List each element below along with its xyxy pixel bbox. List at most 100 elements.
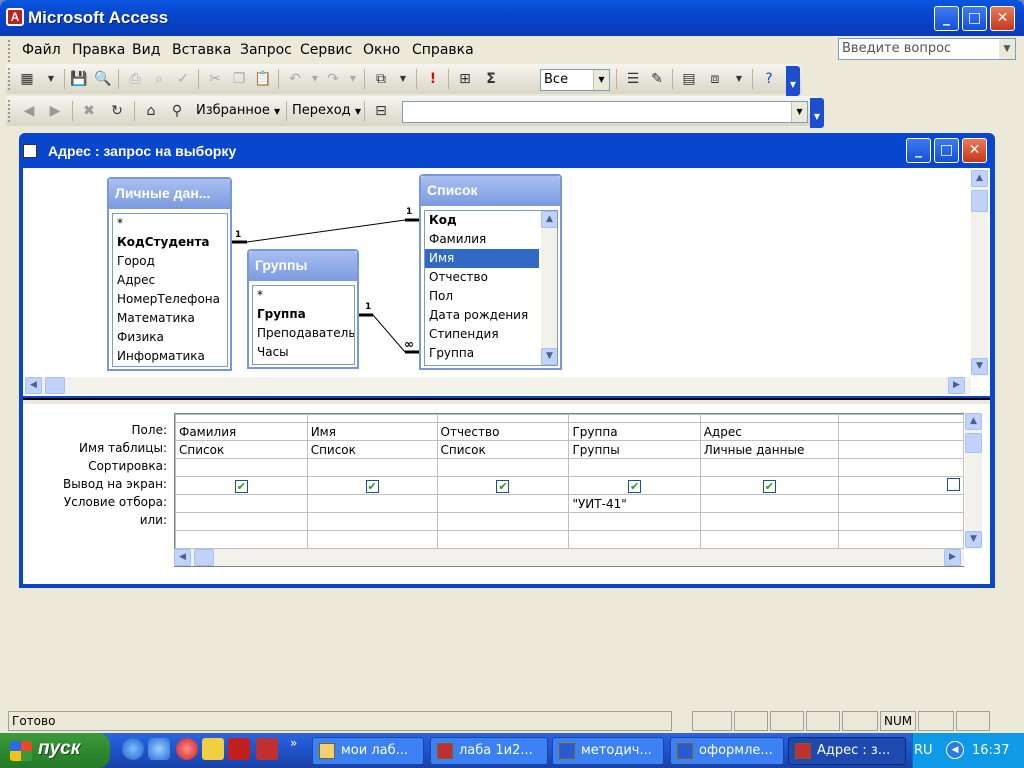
quicklaunch-more-icon[interactable]: » xyxy=(290,736,297,750)
task-button[interactable]: методич... xyxy=(552,737,664,765)
grid-cell-field[interactable] xyxy=(838,422,964,441)
field-list-groups[interactable]: Группы * Группа Преподаватель Часы xyxy=(247,249,359,369)
media-player-icon[interactable] xyxy=(122,738,144,760)
column-selector[interactable] xyxy=(568,414,701,423)
task-button[interactable]: мои лаб... xyxy=(312,737,424,765)
column-selector[interactable] xyxy=(306,414,438,423)
field-item[interactable]: КодСтудента xyxy=(113,233,227,252)
scroll-thumb[interactable] xyxy=(965,433,982,453)
scroll-down-icon[interactable]: ▼ xyxy=(965,531,982,548)
grid-cell-criteria[interactable]: "УИТ-41" xyxy=(568,494,701,513)
field-item[interactable]: Группа xyxy=(253,305,354,324)
acrobat-icon[interactable] xyxy=(228,738,250,760)
show-checkbox[interactable]: ✔ xyxy=(762,479,776,493)
field-list-title[interactable]: Список xyxy=(421,176,560,206)
column-selector[interactable] xyxy=(838,414,964,423)
grid-cell[interactable] xyxy=(306,530,438,549)
grid-vscroll[interactable]: ▲ ▼ xyxy=(965,413,982,549)
lightning-icon[interactable] xyxy=(202,738,224,760)
scroll-thumb[interactable] xyxy=(971,190,988,212)
grid-cell-or[interactable] xyxy=(175,512,308,531)
grid-cell-criteria[interactable] xyxy=(699,494,840,513)
grid-cell-table[interactable]: Личные данные xyxy=(699,440,840,459)
grid-cell[interactable] xyxy=(436,530,570,549)
table-pane-hscroll[interactable]: ◀ ▶ xyxy=(25,377,971,394)
grid-cell-or[interactable] xyxy=(699,512,840,531)
grid-cell-criteria[interactable] xyxy=(838,494,964,513)
access-quicklaunch-icon[interactable] xyxy=(256,738,278,760)
field-item[interactable]: Пол xyxy=(425,287,539,306)
scroll-right-icon[interactable]: ▶ xyxy=(944,549,961,566)
grid-cell-or[interactable] xyxy=(306,512,438,531)
field-item[interactable]: Дата рождения xyxy=(425,306,539,325)
grid-cell-sort[interactable] xyxy=(175,458,308,477)
grid-cell-table[interactable]: Список xyxy=(306,440,438,459)
field-list-spisok[interactable]: Список Код Фамилия Имя Отчество Пол Дата… xyxy=(419,174,562,370)
grid-cell-table[interactable]: Список xyxy=(175,440,308,459)
field-item[interactable]: Группа xyxy=(425,344,539,363)
grid-cell-criteria[interactable] xyxy=(175,494,308,513)
field-item[interactable]: Часы xyxy=(253,343,354,362)
field-item[interactable]: Фамилия xyxy=(425,230,539,249)
scroll-thumb[interactable] xyxy=(194,549,214,566)
grid-cell-table[interactable]: Группы xyxy=(568,440,701,459)
grid-cell-criteria[interactable] xyxy=(436,494,570,513)
field-list-scrollbar[interactable]: ▲ ▼ xyxy=(541,211,557,365)
grid-cell-sort[interactable] xyxy=(699,458,840,477)
field-list-title[interactable]: Группы xyxy=(249,251,357,281)
grid-cell-or[interactable] xyxy=(568,512,701,531)
grid-cell-sort[interactable] xyxy=(568,458,701,477)
task-button-active[interactable]: Адрес : з... xyxy=(788,737,906,765)
scroll-thumb[interactable] xyxy=(45,377,65,394)
grid-cell[interactable] xyxy=(568,530,701,549)
show-checkbox[interactable] xyxy=(947,477,960,491)
grid-cell-table[interactable]: Список xyxy=(436,440,570,459)
grid-cell-field[interactable]: Группа xyxy=(568,422,701,441)
grid-cell-or[interactable] xyxy=(838,512,964,531)
field-item[interactable]: Город xyxy=(113,252,227,271)
field-item[interactable]: Адрес xyxy=(113,271,227,290)
field-item[interactable]: Математика xyxy=(113,309,227,328)
grid-cell-field[interactable]: Фамилия xyxy=(175,422,308,441)
scroll-left-icon[interactable]: ◀ xyxy=(25,377,42,394)
show-checkbox[interactable]: ✔ xyxy=(365,479,379,493)
grid-cell-field[interactable]: Имя xyxy=(306,422,438,441)
field-list-personal-data[interactable]: Личные дан... * КодСтудента Город Адрес … xyxy=(107,177,232,371)
field-item[interactable]: Физика xyxy=(113,328,227,347)
task-button[interactable]: лаба 1и2... xyxy=(430,737,548,765)
table-pane-vscroll[interactable]: ▲ ▼ xyxy=(971,170,988,376)
field-item[interactable]: Код xyxy=(425,211,539,230)
grid-cell[interactable] xyxy=(175,530,308,549)
scroll-left-icon[interactable]: ◀ xyxy=(174,549,191,566)
grid-cell-field[interactable]: Адрес xyxy=(699,422,840,441)
field-item[interactable]: НомерТелефона xyxy=(113,290,227,309)
field-item[interactable]: Отчество xyxy=(425,268,539,287)
grid-hscroll[interactable]: ◀ ▶ xyxy=(174,549,964,567)
language-indicator[interactable]: RU xyxy=(914,743,933,758)
column-selector[interactable] xyxy=(699,414,840,423)
grid-cell-sort[interactable] xyxy=(838,458,964,477)
task-button[interactable]: оформле... xyxy=(670,737,784,765)
explorer-icon[interactable] xyxy=(148,738,170,760)
scroll-up-icon[interactable]: ▲ xyxy=(541,211,557,228)
field-list-title[interactable]: Личные дан... xyxy=(109,179,230,209)
grid-cell[interactable] xyxy=(838,530,964,549)
show-checkbox[interactable]: ✔ xyxy=(496,479,510,493)
grid-cell-table[interactable] xyxy=(838,440,964,459)
field-item[interactable]: * xyxy=(113,214,227,233)
tray-expand-icon[interactable]: ◀ xyxy=(946,741,964,759)
grid-cell[interactable] xyxy=(699,530,840,549)
field-item[interactable]: Информатика xyxy=(113,347,227,366)
scroll-right-icon[interactable]: ▶ xyxy=(948,377,965,394)
opera-icon[interactable] xyxy=(176,738,198,760)
grid-cell-field[interactable]: Отчество xyxy=(436,422,570,441)
grid-cell-sort[interactable] xyxy=(306,458,438,477)
scroll-up-icon[interactable]: ▲ xyxy=(971,170,988,187)
grid-cell-sort[interactable] xyxy=(436,458,570,477)
show-checkbox[interactable]: ✔ xyxy=(234,479,248,493)
scroll-up-icon[interactable]: ▲ xyxy=(965,413,982,430)
scroll-down-icon[interactable]: ▼ xyxy=(971,358,988,375)
field-item[interactable]: Преподаватель xyxy=(253,324,354,343)
field-item[interactable]: Стипендия xyxy=(425,325,539,344)
field-item-selected[interactable]: Имя xyxy=(425,249,539,268)
